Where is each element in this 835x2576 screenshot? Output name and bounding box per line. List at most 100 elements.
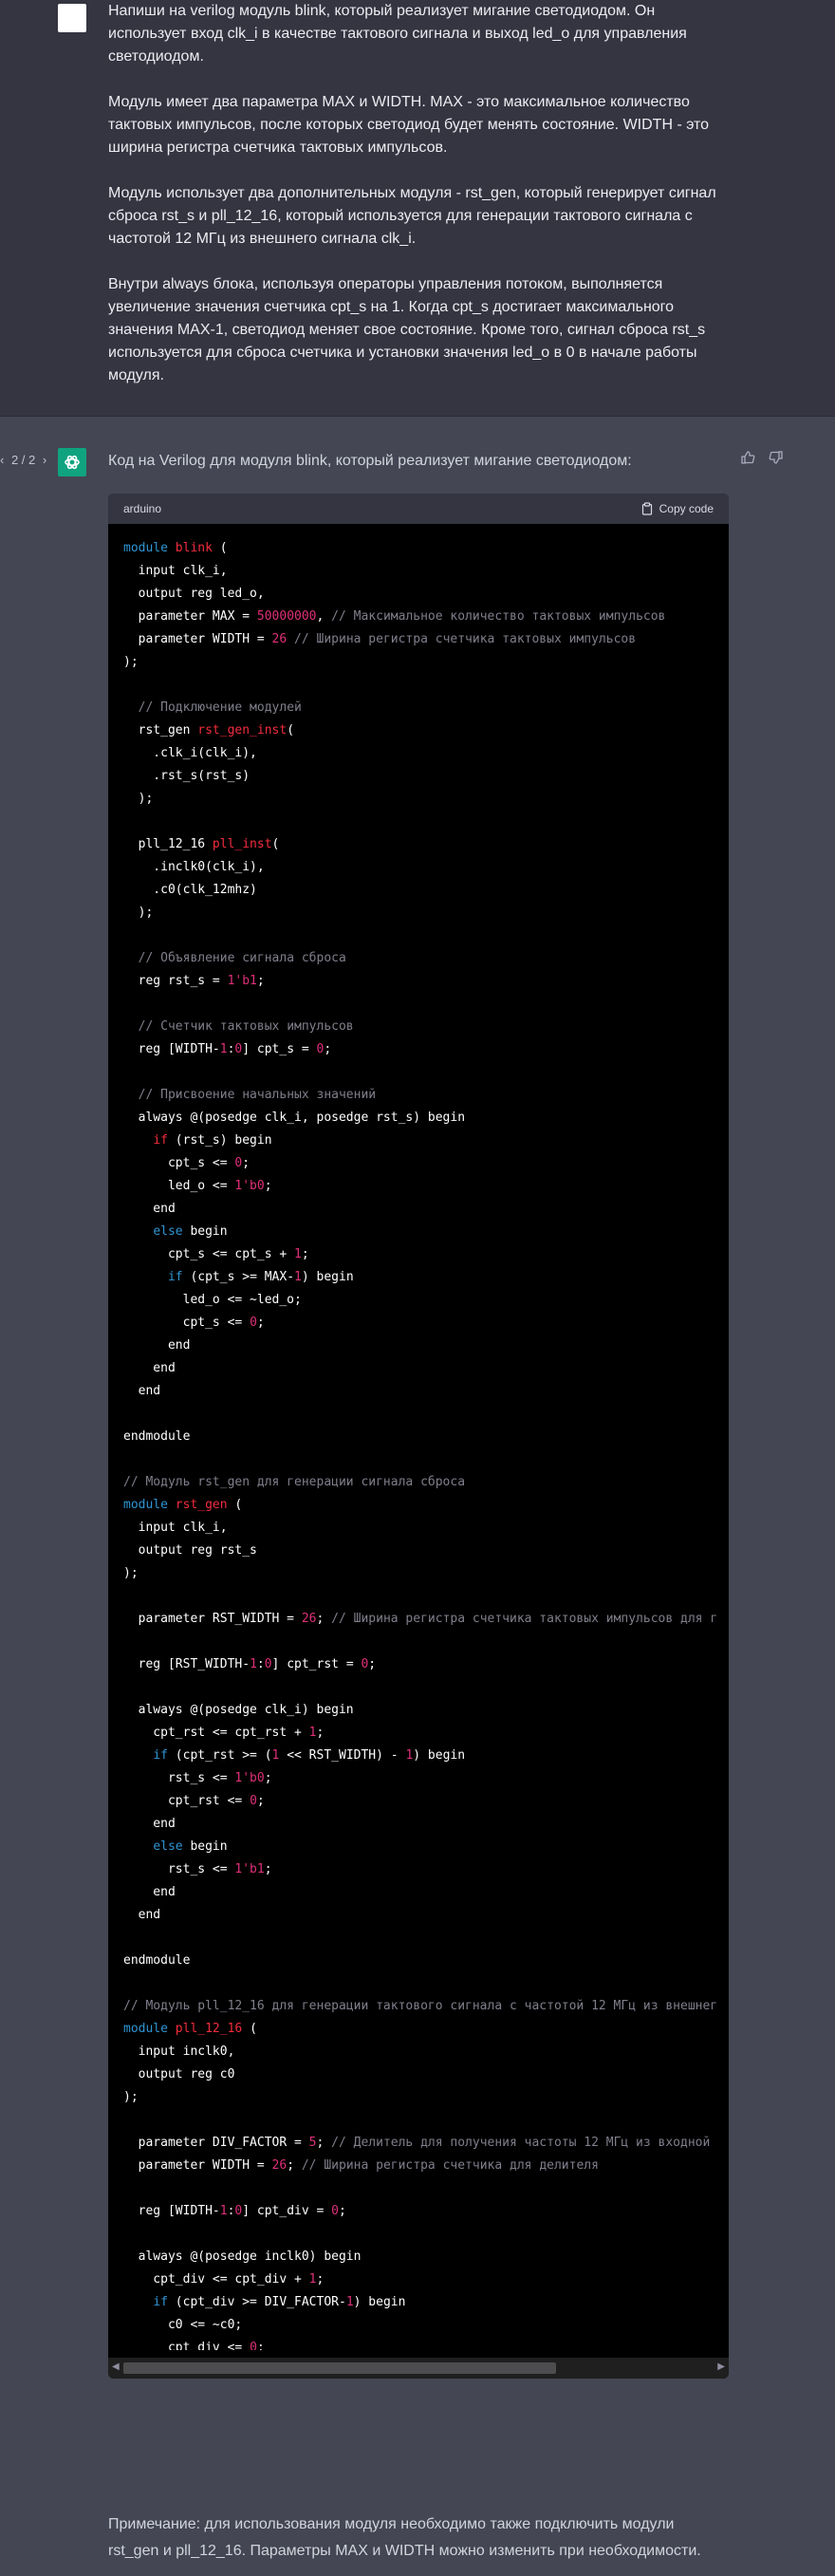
code-line: endmodule xyxy=(123,1429,191,1444)
scroll-left-icon[interactable]: ◀ xyxy=(112,2361,120,2372)
scrollbar-thumb[interactable] xyxy=(123,2362,556,2374)
user-message-text: Напиши на verilog модуль blink, который … xyxy=(108,0,725,410)
code-line: parameter MAX = 50000000, // Максимально… xyxy=(123,609,666,624)
code-line: // Объявление сигнала сброса xyxy=(138,951,346,965)
pager-next-button[interactable]: › xyxy=(43,453,46,467)
scroll-right-icon[interactable]: ▶ xyxy=(717,2361,725,2372)
code-line: input clk_i, xyxy=(123,1521,228,1535)
code-line: // Подключение модулей xyxy=(138,700,302,715)
code-line: always @(posedge clk_i) begin xyxy=(123,1703,354,1717)
code-line: ​ xyxy=(123,924,714,947)
user-paragraph: Напиши на verilog модуль blink, который … xyxy=(108,3,687,65)
code-line: end xyxy=(123,1384,161,1398)
code-line: pll_12_16 pll_inst( xyxy=(123,837,280,851)
assistant-intro-text: Код на Verilog для модуля blink, который… xyxy=(108,453,632,469)
code-line: end xyxy=(123,1361,176,1375)
clipboard-icon xyxy=(641,502,652,515)
code-line: rst_s <= 1'b0; xyxy=(123,1771,272,1785)
code-line: if (rst_s) begin xyxy=(153,1133,272,1148)
code-line: cpt_div <= 0; xyxy=(123,2341,265,2350)
code-line: ​ xyxy=(123,1061,714,1084)
code-line: end xyxy=(123,1202,176,1216)
code-line: cpt_rst <= cpt_rst + 1; xyxy=(123,1726,325,1740)
assistant-note-text: Примечание: для использования модуля нео… xyxy=(108,2516,701,2559)
code-block: arduino Copy code module blink ( input c… xyxy=(108,494,729,2379)
user-message: Напиши на verilog модуль blink, который … xyxy=(0,0,835,417)
openai-logo-icon xyxy=(58,448,86,476)
code-line: else begin xyxy=(153,1839,228,1854)
code-line: // Модуль pll_12_16 для генерации тактов… xyxy=(123,1999,718,2013)
code-line: parameter RST_WIDTH = 26; // Ширина реги… xyxy=(123,1612,718,1626)
code-line: .rst_s(rst_s) xyxy=(123,769,250,783)
code-line: ); xyxy=(123,2090,139,2104)
code-line: ​ xyxy=(123,674,714,697)
copy-code-button[interactable]: Copy code xyxy=(640,502,714,515)
copy-code-label: Copy code xyxy=(659,502,714,515)
user-avatar xyxy=(58,4,86,32)
code-content: module blink ( input clk_i, output reg l… xyxy=(108,524,729,2350)
code-line: cpt_s <= 0; xyxy=(123,1316,265,1330)
code-line: .c0(clk_12mhz) xyxy=(123,883,257,897)
code-line: if (cpt_div >= DIV_FACTOR-1) begin xyxy=(153,2295,406,2309)
code-line: led_o <= ~led_o; xyxy=(123,1293,302,1307)
code-line: // Присвоение начальных значений xyxy=(138,1088,377,1102)
pager-label: 2 / 2 xyxy=(10,453,36,467)
horizontal-scrollbar[interactable]: ◀ ▶ xyxy=(108,2358,729,2379)
code-line: cpt_s <= cpt_s + 1; xyxy=(123,1247,309,1261)
code-line: ); xyxy=(123,792,154,806)
code-line: ​ xyxy=(123,1585,714,1608)
code-line: if (cpt_rst >= (1 << RST_WIDTH) - 1) beg… xyxy=(153,1748,466,1763)
thumbs-up-icon[interactable] xyxy=(739,449,756,466)
user-paragraph: Внутри always блока, используя операторы… xyxy=(108,276,706,383)
code-line: ​ xyxy=(123,2177,714,2200)
code-line: module rst_gen ( xyxy=(123,1498,243,1512)
code-line: input clk_i, xyxy=(123,564,228,578)
code-line: parameter DIV_FACTOR = 5; // Делитель дл… xyxy=(123,2136,711,2150)
response-pager: ‹ 2 / 2 › xyxy=(0,453,46,467)
code-text: module blink ( input clk_i, output reg l… xyxy=(123,537,718,2350)
code-line: rst_s <= 1'b1; xyxy=(123,1862,272,1876)
code-line: reg [WIDTH-1:0] cpt_div = 0; xyxy=(123,2204,346,2218)
code-line: end xyxy=(123,1338,191,1353)
code-line: .clk_i(clk_i), xyxy=(123,746,257,760)
code-line: reg [WIDTH-1:0] cpt_s = 0; xyxy=(123,1042,332,1056)
code-line: if (cpt_s >= MAX-1) begin xyxy=(167,1270,354,1284)
user-paragraph: Модуль использует два дополнительных мод… xyxy=(108,185,716,247)
code-line: else begin xyxy=(153,1224,228,1239)
pager-prev-button[interactable]: ‹ xyxy=(0,453,4,467)
code-line: parameter WIDTH = 26 // Ширина регистра … xyxy=(123,632,637,646)
code-line: // Счетчик тактовых импульсов xyxy=(138,1019,354,1034)
code-line: ​ xyxy=(123,2223,714,2246)
code-line: output reg c0 xyxy=(123,2067,235,2081)
code-line: ​ xyxy=(123,1927,714,1950)
code-line: ​ xyxy=(123,993,714,1016)
code-line: ); xyxy=(123,905,154,920)
code-line: input inclk0, xyxy=(123,2044,235,2059)
code-line: output reg rst_s xyxy=(123,1543,257,1558)
code-line: ​ xyxy=(123,1448,714,1471)
thumbs-down-icon[interactable] xyxy=(768,449,785,466)
code-language-label: arduino xyxy=(123,502,162,515)
code-line: rst_gen rst_gen_inst( xyxy=(123,723,295,737)
code-line: ​ xyxy=(123,1676,714,1699)
code-line: module blink ( xyxy=(123,541,228,555)
code-line: endmodule xyxy=(123,1953,191,1968)
code-line: cpt_rst <= 0; xyxy=(123,1794,265,1808)
code-line: cpt_div <= cpt_div + 1; xyxy=(123,2272,325,2287)
code-line: ​ xyxy=(123,1631,714,1653)
code-line: ​ xyxy=(123,1403,714,1426)
code-line: ​ xyxy=(123,1972,714,1995)
openai-logo-icon xyxy=(65,455,80,470)
code-line: always @(posedge clk_i, posedge rst_s) b… xyxy=(123,1111,466,1125)
code-line: ​ xyxy=(123,2109,714,2132)
feedback-buttons xyxy=(739,449,785,466)
code-line: end xyxy=(123,1885,176,1899)
code-line: end xyxy=(123,1817,176,1831)
code-line: ); xyxy=(123,655,139,669)
user-paragraph: Модуль имеет два параметра MAX и WIDTH. … xyxy=(108,94,710,156)
code-line: output reg led_o, xyxy=(123,587,265,601)
code-line: ); xyxy=(123,1566,139,1580)
code-line: module pll_12_16 ( xyxy=(123,2022,257,2036)
code-line: end xyxy=(123,1908,161,1922)
code-line: always @(posedge inclk0) begin xyxy=(123,2249,362,2264)
